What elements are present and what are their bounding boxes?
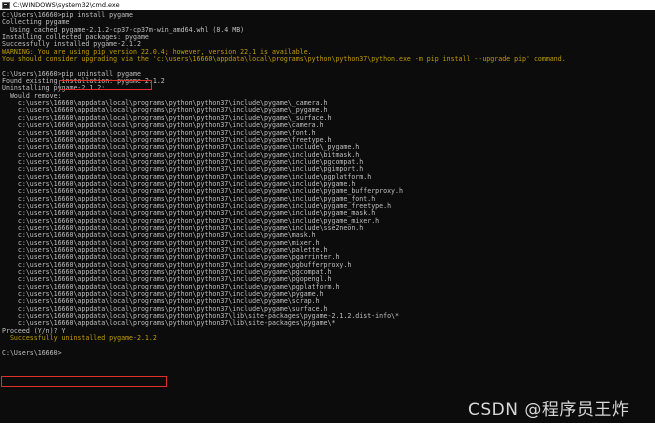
watermark: CSDN @程序员王炸 xyxy=(468,400,630,420)
console-line: c:\users\16660\appdata\local\programs\py… xyxy=(2,319,336,328)
console-output[interactable]: C:\Users\16660>pip install pygame Collect… xyxy=(0,10,655,423)
highlight-box-success-message xyxy=(1,376,167,387)
bottom-border xyxy=(0,423,655,427)
console-warning-line: Successfully uninstalled pygame-2.1.2 xyxy=(2,334,157,343)
console-line: C:\Users\16660> xyxy=(2,348,62,357)
window-title: C:\WINDOWS\system32\cmd.exe xyxy=(13,1,120,9)
window-titlebar[interactable]: C:\WINDOWS\system32\cmd.exe xyxy=(0,0,655,10)
console-line: C:\Users\16660>pip install pygame xyxy=(2,11,134,19)
highlight-box-uninstall-command xyxy=(59,80,152,90)
console-warning-line: You should consider upgrading via the 'c… xyxy=(2,55,566,64)
cmd-icon xyxy=(2,1,10,9)
